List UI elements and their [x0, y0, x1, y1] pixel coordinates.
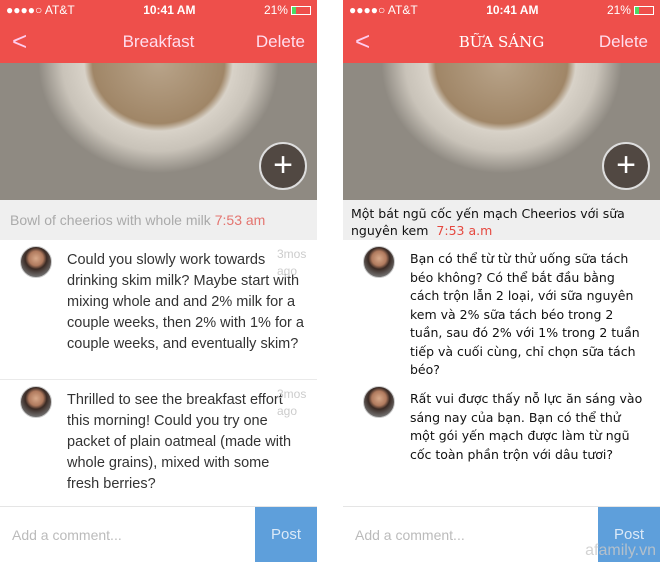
caption-time: 7:53 a.m — [436, 223, 493, 238]
caption-text: Bowl of cheerios with whole milk — [10, 212, 211, 228]
comment-text: Bạn có thể từ từ thử uống sữa tách béo k… — [410, 251, 640, 377]
add-photo-button[interactable]: + — [602, 142, 650, 190]
battery: 21% — [607, 3, 654, 17]
comment-input[interactable] — [0, 507, 255, 562]
comment-text: Rất vui được thấy nỗ lực ăn sáng vào sán… — [410, 391, 643, 462]
avatar — [363, 386, 395, 418]
comment-age: 3mos ago — [277, 247, 307, 278]
comment: Thrilled to see the breakfast effort thi… — [0, 380, 317, 520]
nav-bar: < BỮA SÁNG Delete — [343, 20, 660, 63]
watermark: afamily.vn — [585, 542, 656, 559]
phone-screen-english: ●●●●○ AT&T 10:41 AM 21% < Breakfast Dele… — [0, 0, 317, 562]
add-photo-button[interactable]: + — [259, 142, 307, 190]
caption-time: 7:53 am — [214, 212, 266, 228]
comment-input[interactable] — [343, 507, 598, 562]
comment: Could you slowly work towards drinking s… — [0, 240, 317, 380]
battery-icon — [633, 6, 654, 16]
post-button[interactable]: Post — [255, 507, 317, 562]
comment-age: 3mos ago — [277, 387, 307, 418]
clock: 10:41 AM — [143, 3, 196, 17]
status-bar: ●●●●○ AT&T 10:41 AM 21% — [343, 0, 660, 20]
meal-caption: Bowl of cheerios with whole milk 7:53 am — [0, 200, 317, 240]
meal-photo: + — [343, 63, 660, 200]
phone-screen-vietnamese: ●●●●○ AT&T 10:41 AM 21% < BỮA SÁNG Delet… — [343, 0, 660, 562]
status-bar: ●●●●○ AT&T 10:41 AM 21% — [0, 0, 317, 20]
battery-icon — [290, 6, 311, 16]
comment: Rất vui được thấy nỗ lực ăn sáng vào sán… — [343, 380, 660, 520]
delete-button[interactable]: Delete — [599, 32, 648, 52]
comment-bar: Post — [0, 506, 317, 562]
battery-percent: 21% — [606, 3, 631, 17]
avatar — [363, 246, 395, 278]
delete-button[interactable]: Delete — [256, 32, 305, 52]
battery: 21% — [264, 3, 311, 17]
nav-bar: < Breakfast Delete — [0, 20, 317, 63]
carrier: ●●●●○ AT&T — [349, 3, 418, 17]
meal-photo: + — [0, 63, 317, 200]
meal-caption: Một bát ngũ cốc yến mạch Cheerios với sữ… — [343, 200, 660, 240]
avatar — [20, 386, 52, 418]
clock: 10:41 AM — [486, 3, 539, 17]
battery-percent: 21% — [263, 3, 288, 17]
back-icon[interactable]: < — [12, 26, 27, 57]
comment-text: Could you slowly work towards drinking s… — [67, 252, 304, 352]
avatar — [20, 246, 52, 278]
comment-text: Thrilled to see the breakfast effort thi… — [67, 392, 292, 492]
comment: Bạn có thể từ từ thử uống sữa tách béo k… — [343, 240, 660, 380]
carrier: ●●●●○ AT&T — [6, 3, 75, 17]
back-icon[interactable]: < — [355, 26, 370, 57]
